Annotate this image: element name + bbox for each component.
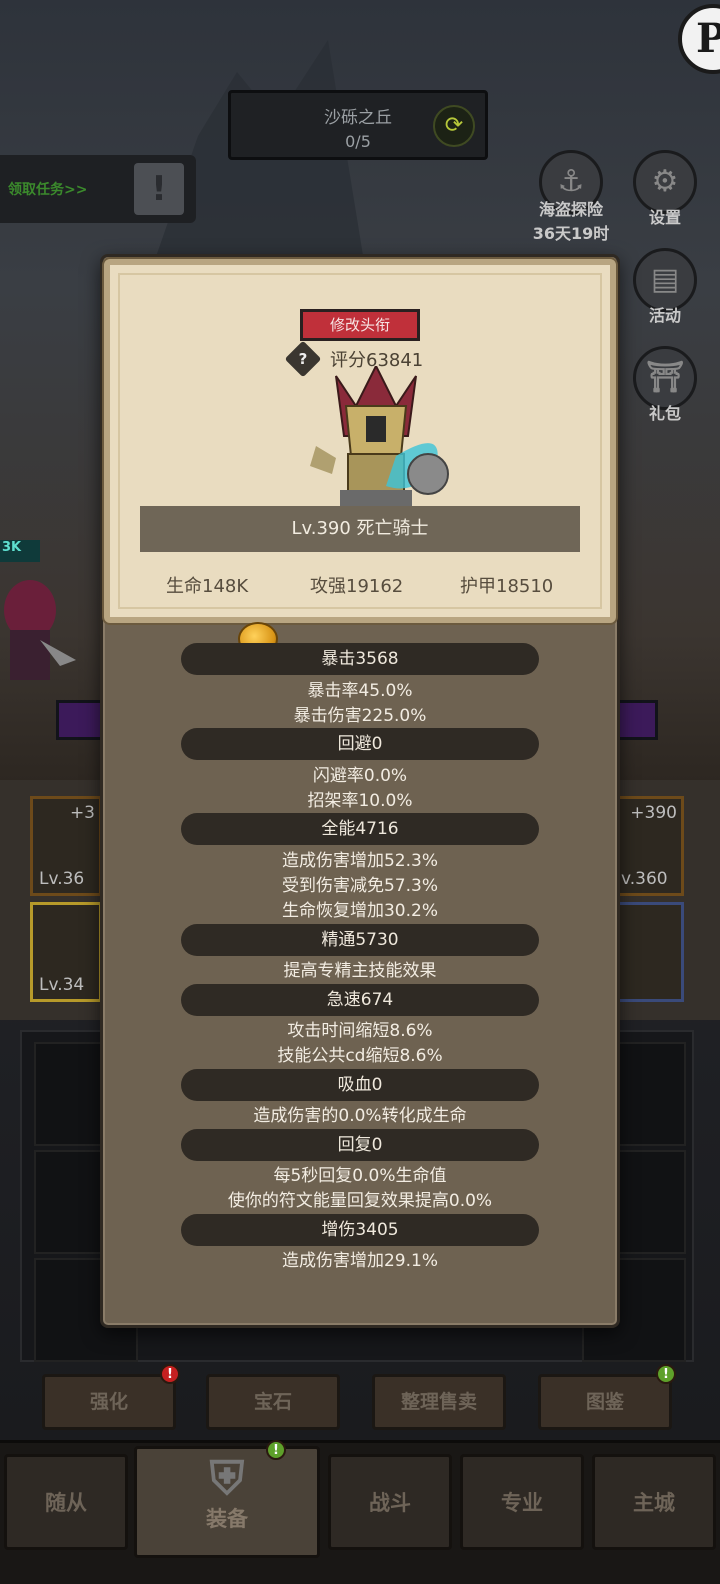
gift-button[interactable]: ⛩ 礼包: [626, 346, 704, 424]
refresh-icon[interactable]: ⟳: [433, 105, 475, 147]
codex-alert-badge: !: [656, 1364, 676, 1384]
equipment-alert-badge: !: [266, 1440, 286, 1460]
stat-line: 使你的符文能量回复效果提高0.0%: [227, 1191, 493, 1211]
stat-line: 暴击伤害225.0%: [293, 706, 427, 726]
enhance-alert-badge: !: [160, 1364, 180, 1384]
section-header-haste: 急速674: [181, 984, 539, 1016]
sort-sell-button[interactable]: 整理售卖: [372, 1374, 506, 1430]
tab-profession-label: 专业: [501, 1491, 543, 1515]
stat-line: 每5秒回复0.0%生命值: [273, 1166, 447, 1186]
section-header-damage-bonus: 增伤3405: [181, 1214, 539, 1246]
equip-slot-plus: +3: [69, 803, 95, 823]
gem-button[interactable]: 宝石: [206, 1374, 340, 1430]
stat-line: 生命恢复增加30.2%: [281, 901, 438, 921]
gem-label: 宝石: [253, 1391, 292, 1413]
stat-line: 造成伤害增加52.3%: [281, 851, 438, 871]
alert-icon[interactable]: !: [134, 163, 184, 215]
enhance-button[interactable]: 强化: [42, 1374, 176, 1430]
stat-line: 造成伤害的0.0%转化成生命: [253, 1106, 467, 1126]
codex-label: 图鉴: [585, 1391, 624, 1413]
character-name: Lv.390 死亡骑士: [140, 506, 580, 552]
sort-sell-label: 整理售卖: [400, 1391, 477, 1413]
tab-equipment-label: 装备: [206, 1507, 248, 1531]
pirate-explore-timer: 36天19时: [532, 224, 610, 243]
equip-slot-level: Lv.36: [39, 869, 85, 889]
ally-hp-tag: 3K: [0, 540, 40, 562]
stat-line: 暴击率45.0%: [307, 681, 413, 701]
equip-slot[interactable]: [612, 902, 684, 1002]
settings-button[interactable]: ⚙ 设置: [626, 150, 704, 228]
equip-slot-level: Lv.34: [39, 975, 85, 995]
enhance-label: 强化: [89, 1391, 128, 1413]
pirate-explore-button[interactable]: ⚓ 海盗探险 36天19时: [526, 150, 616, 244]
codex-button[interactable]: 图鉴: [538, 1374, 672, 1430]
tab-battle[interactable]: 战斗: [328, 1454, 452, 1550]
stat-line: 攻击时间缩短8.6%: [287, 1021, 433, 1041]
ally-hero-sprite: [4, 580, 76, 680]
activity-button[interactable]: ▤ 活动: [626, 248, 704, 326]
section-header-avoid: 回避0: [181, 728, 539, 760]
tab-main-city[interactable]: 主城: [592, 1454, 716, 1550]
quest-label: 领取任务>>: [8, 182, 88, 198]
tab-profession[interactable]: 专业: [460, 1454, 584, 1550]
tab-battle-label: 战斗: [369, 1491, 411, 1515]
stat-attack: 攻强19162: [310, 576, 404, 597]
change-title-button[interactable]: 修改头衔: [300, 309, 420, 341]
section-header-regen: 回复0: [181, 1129, 539, 1161]
equip-slot[interactable]: +390 v.360: [612, 796, 684, 896]
gift-label: 礼包: [648, 404, 681, 423]
stat-line: 造成伤害增加29.1%: [281, 1251, 438, 1271]
ally-bar-left: [56, 700, 106, 740]
settings-label: 设置: [648, 208, 681, 227]
section-header-leech: 吸血0: [181, 1069, 539, 1101]
equip-slot[interactable]: Lv.34: [30, 902, 102, 1002]
section-header-versatility: 全能4716: [181, 813, 539, 845]
stage-indicator: 沙砾之丘 0/5 ⟳: [228, 90, 488, 160]
tab-main-city-label: 主城: [633, 1491, 675, 1515]
stat-armor: 护甲18510: [460, 576, 554, 597]
tab-followers-label: 随从: [45, 1491, 87, 1515]
section-header-mastery: 精通5730: [181, 924, 539, 956]
stat-line: 闪避率0.0%: [312, 766, 408, 786]
equip-slot[interactable]: +3 Lv.36: [30, 796, 102, 896]
stat-line: 技能公共cd缩短8.6%: [277, 1046, 443, 1066]
stat-line: 提高专精主技能效果: [283, 961, 437, 981]
activity-label: 活动: [648, 306, 681, 325]
stat-hp: 生命148K: [166, 576, 249, 597]
stat-line: 招架率10.0%: [307, 791, 413, 811]
equip-slot-plus: +390: [630, 803, 677, 823]
equip-slot-level: v.360: [621, 869, 668, 889]
armor-icon: ⛨: [209, 1451, 245, 1505]
section-header-crit: 暴击3568: [181, 643, 539, 675]
quest-bar[interactable]: 领取任务>> !: [0, 155, 196, 223]
ally-bar-right: [614, 700, 658, 740]
death-knight-portrait: [310, 366, 449, 506]
pirate-explore-label: 海盗探险: [538, 200, 603, 219]
tab-followers[interactable]: 随从: [4, 1454, 128, 1550]
stat-line: 受到伤害减免57.3%: [281, 876, 438, 896]
tab-equipment[interactable]: ⛨ 装备: [134, 1446, 320, 1558]
